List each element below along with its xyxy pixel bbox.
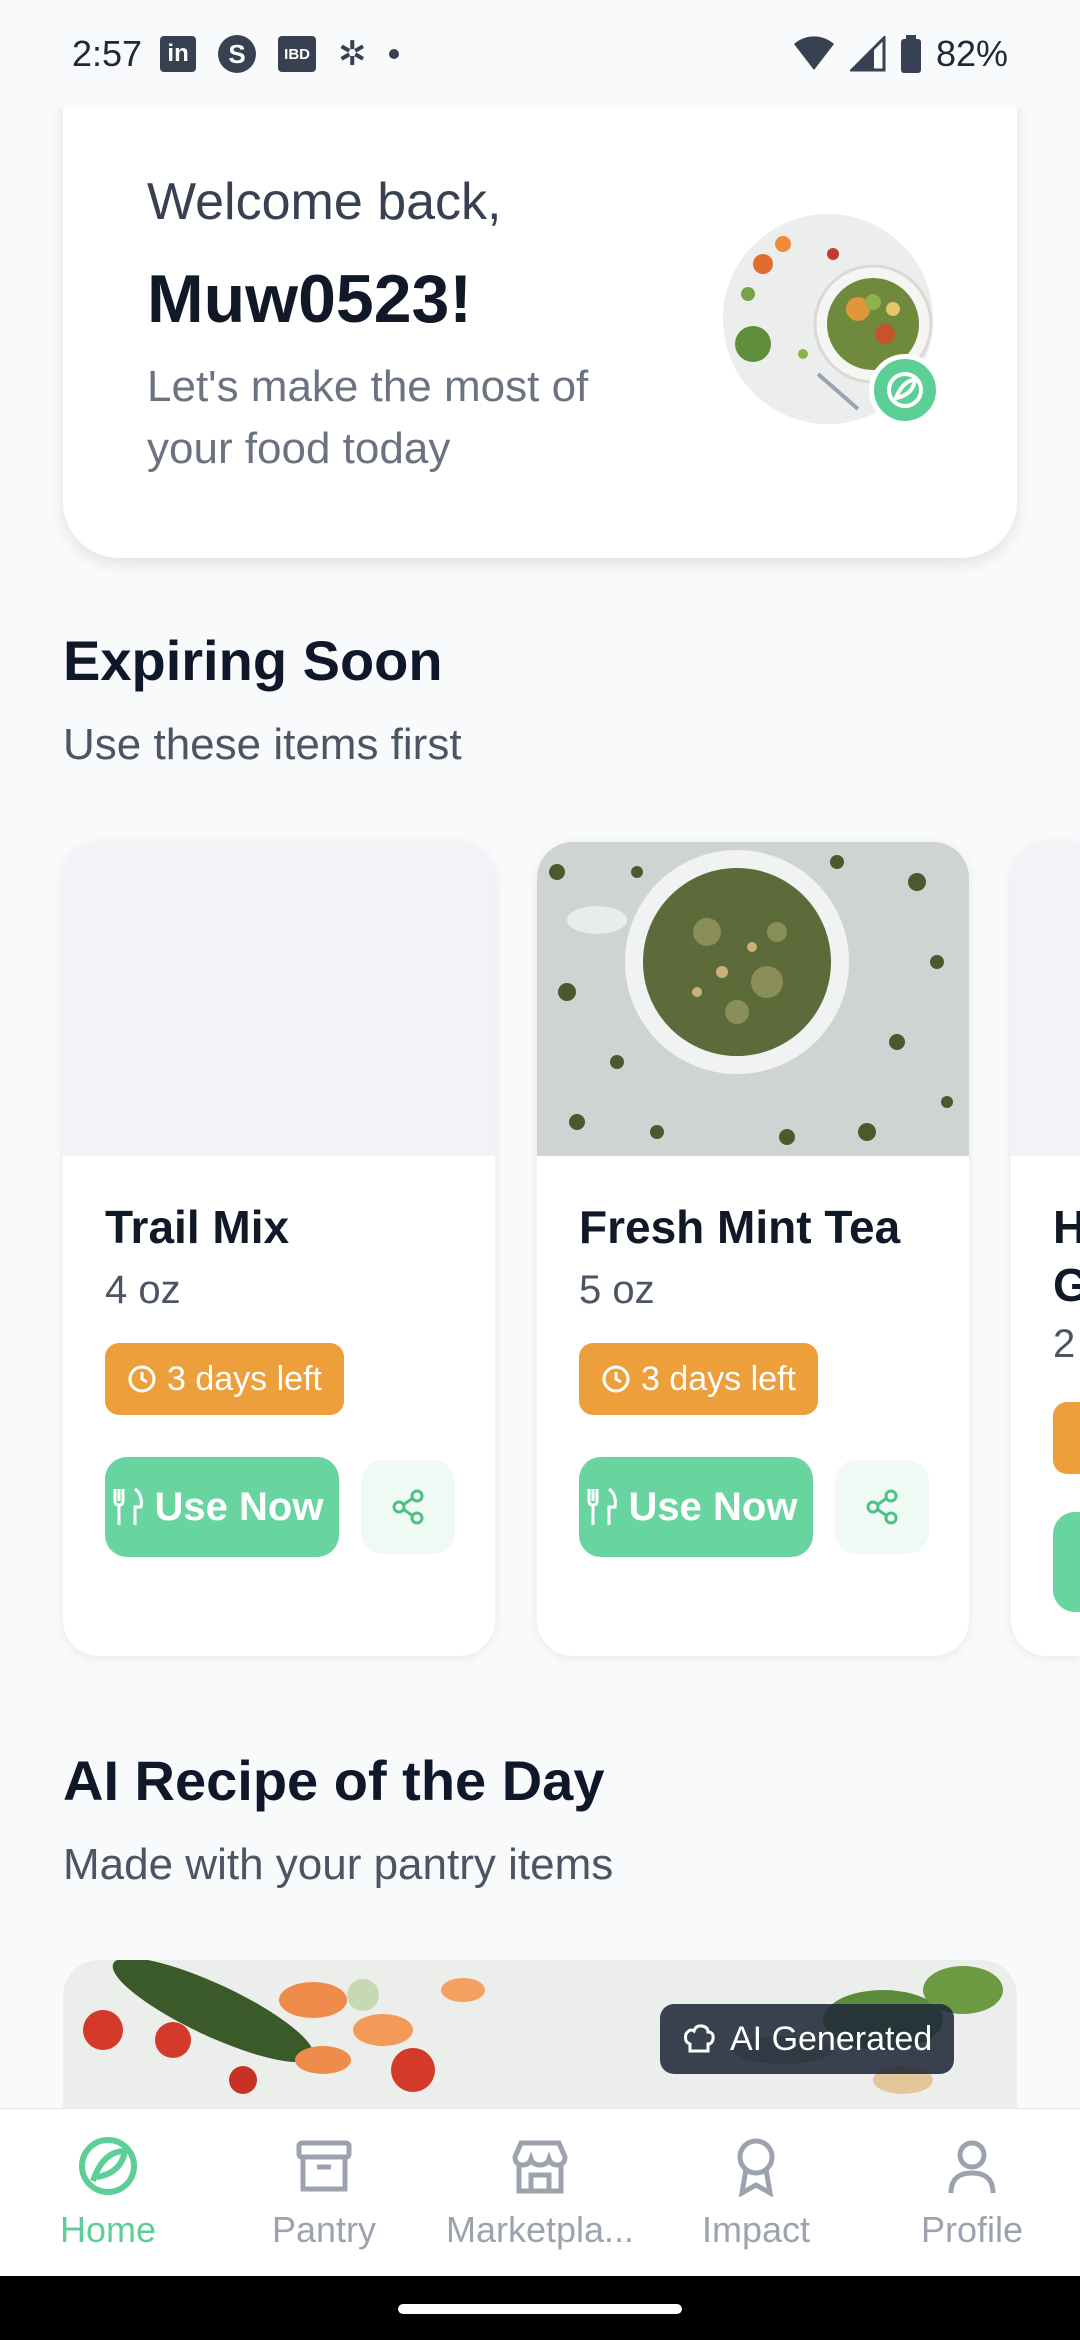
share-button[interactable]: [361, 1460, 455, 1554]
expiring-title: Expiring Soon: [63, 629, 443, 692]
nav-profile[interactable]: Profile: [864, 2109, 1080, 2276]
item-image-placeholder: [63, 842, 495, 1156]
use-now-label: Use Now: [154, 1484, 324, 1529]
item-name: Trail Mix: [105, 1201, 290, 1253]
welcome-card: Welcome back, Muw0523! Let's make the mo…: [63, 60, 1017, 558]
nav-marketplace-label: Marketpla...: [445, 2209, 635, 2250]
expiring-item-card[interactable]: H G 2: [1011, 842, 1080, 1656]
mint-tea-image: [537, 842, 969, 1156]
item-name: H G: [1053, 1201, 1080, 1311]
slack-like-icon: ✲: [338, 35, 367, 73]
award-ribbon-icon: [737, 2138, 775, 2197]
recipe-subtitle: Made with your pantry items: [63, 1840, 614, 1889]
share-button[interactable]: [835, 1460, 929, 1554]
dot-icon: [388, 49, 399, 59]
bottom-nav: Home Pantry Marketpla... Impact Profile: [0, 2108, 1080, 2276]
use-now-button[interactable]: Use Now: [105, 1457, 339, 1557]
item-image-placeholder: [1011, 842, 1080, 1156]
nav-impact[interactable]: Impact: [648, 2109, 864, 2276]
expiring-item-card[interactable]: Trail Mix 4 oz 3 days left Use Now: [63, 842, 495, 1656]
welcome-subtitle: Let's make the most of your food today: [147, 362, 589, 473]
ibd-icon: IBD: [278, 36, 317, 72]
welcome-greeting: Welcome back,: [147, 173, 502, 231]
store-icon: [512, 2140, 568, 2194]
archive-box-icon: [296, 2140, 352, 2192]
user-icon: [948, 2140, 996, 2194]
days-left-text: 3 days left: [641, 1359, 796, 1398]
item-name: Fresh Mint Tea: [579, 1201, 901, 1253]
days-left-badge: [1053, 1402, 1080, 1474]
expiring-item-card[interactable]: Fresh Mint Tea 5 oz 3 days left Use Now: [537, 842, 969, 1656]
welcome-username: Muw0523!: [147, 261, 472, 337]
clock-icon: [128, 1365, 156, 1393]
leaf-badge-icon: [869, 354, 941, 426]
share-icon: [866, 1489, 898, 1525]
home-leaf-icon: [79, 2137, 137, 2195]
clock-icon: [602, 1365, 630, 1393]
nav-pantry-label: Pantry: [271, 2209, 377, 2250]
battery-icon: [900, 35, 921, 73]
wifi-icon: [793, 36, 834, 70]
utensils-icon: [587, 1487, 617, 1525]
status-bar: 2:57 in S IBD ✲ 82%: [0, 0, 1080, 108]
nav-marketplace[interactable]: Marketpla...: [432, 2109, 648, 2276]
item-quantity: 4 oz: [105, 1268, 181, 1312]
nav-profile-label: Profile: [920, 2209, 1024, 2250]
item-quantity: 5 oz: [579, 1268, 655, 1312]
days-left-badge: 3 days left: [579, 1343, 818, 1415]
battery-level: 82%: [935, 33, 1008, 74]
use-now-button[interactable]: Use Now: [579, 1457, 813, 1557]
nav-home-label: Home: [59, 2209, 157, 2250]
s-app-icon: S: [218, 35, 257, 73]
nav-impact-label: Impact: [701, 2209, 811, 2250]
nav-home[interactable]: Home: [0, 2109, 216, 2276]
linkedin-icon: in: [160, 36, 197, 72]
signal-icon: [849, 36, 886, 72]
ai-generated-label: AI Generated: [730, 2019, 933, 2058]
item-quantity: 2: [1053, 1322, 1076, 1366]
use-now-label: Use Now: [628, 1484, 798, 1529]
utensils-icon: [113, 1487, 143, 1525]
recipe-title: AI Recipe of the Day: [63, 1749, 605, 1812]
nav-pantry[interactable]: Pantry: [216, 2109, 432, 2276]
status-time: 2:57: [72, 33, 143, 74]
days-left-text: 3 days left: [167, 1359, 322, 1398]
home-gesture-handle[interactable]: [398, 2304, 682, 2314]
chef-hat-icon: [684, 2024, 715, 2053]
days-left-badge: 3 days left: [105, 1343, 344, 1415]
ai-generated-badge: AI Generated: [660, 2004, 955, 2074]
share-icon: [392, 1489, 424, 1525]
expiring-subtitle: Use these items first: [63, 720, 462, 769]
use-now-button[interactable]: [1053, 1512, 1080, 1612]
